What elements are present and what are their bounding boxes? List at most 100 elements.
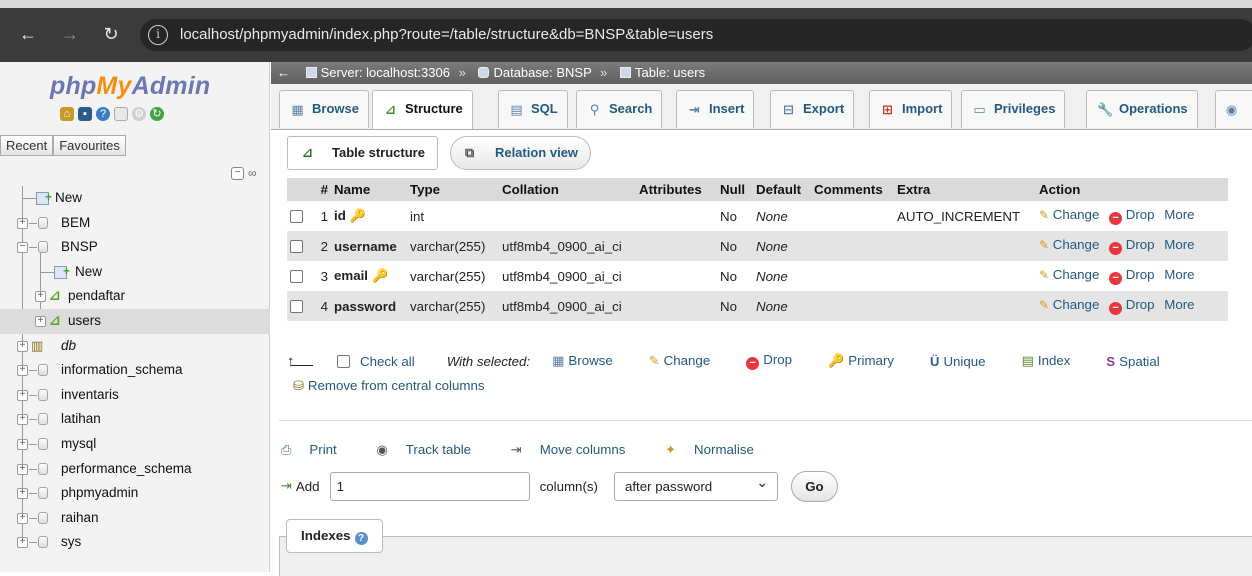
subtab-table-structure[interactable]: ⊿ Table structure [287, 136, 438, 170]
tab-insert[interactable]: ⇥ Insert [676, 90, 755, 128]
tab-more[interactable]: ◉ [1215, 90, 1252, 128]
quick-links: ⌂ ▪ ? ⚙ ↻ [60, 107, 164, 121]
drop-action[interactable]: − Drop [1109, 267, 1155, 285]
track-table-button[interactable]: ◉ Track table [376, 442, 489, 457]
reload-icon[interactable]: ↻ [99, 22, 123, 46]
go-button[interactable]: Go [790, 470, 838, 502]
tab-privileges[interactable]: ▭ Privileges [961, 90, 1066, 128]
tree-item-latihan[interactable]: + latihan [0, 407, 270, 432]
link-with-main-icon[interactable]: ∞ [248, 166, 257, 180]
drop-action[interactable]: − Drop [1109, 207, 1155, 225]
tree-item-inventaris[interactable]: + inventaris [0, 383, 270, 408]
tree-item-information-schema[interactable]: + information_schema [0, 358, 270, 383]
tab-sql[interactable]: ▤ SQL [498, 90, 568, 128]
column-extra: AUTO_INCREMENT [894, 201, 1036, 231]
tree-item-sys[interactable]: + sys [0, 530, 270, 555]
change-action[interactable]: ✎ Change [1039, 297, 1099, 312]
tree-item-users[interactable]: + ⊿ users [0, 308, 270, 334]
tree-item-performance-schema[interactable]: + performance_schema [0, 457, 270, 482]
expand-icon[interactable]: + [17, 217, 28, 229]
remove-central-columns-button[interactable]: ⛁ Remove from central columns [293, 378, 485, 394]
tab-browse[interactable]: ▦ Browse [279, 90, 369, 128]
expand-icon[interactable]: + [17, 389, 28, 401]
home-icon[interactable]: ⌂ [60, 107, 74, 121]
check-all-checkbox[interactable] [337, 354, 350, 368]
expand-icon[interactable]: + [17, 365, 28, 377]
tab-operations[interactable]: 🔧 Operations [1086, 90, 1198, 128]
indexes-toggle[interactable]: Indexes? [286, 519, 383, 553]
expand-icon[interactable]: + [17, 537, 28, 549]
expand-icon[interactable]: + [35, 291, 46, 303]
bulk-unique-button[interactable]: Ü Unique [930, 354, 986, 369]
tree-item-pendaftar[interactable]: + ⊿ pendaftar [0, 284, 270, 309]
bulk-change-button[interactable]: ✎ Change [649, 353, 710, 369]
tab-structure[interactable]: ⊿ Structure [372, 90, 473, 129]
phpmyadmin-logo[interactable]: phpMyAdmin [50, 72, 210, 101]
expand-icon[interactable]: + [35, 315, 46, 327]
site-info-icon[interactable]: i [148, 25, 168, 45]
forward-arrow-icon[interactable]: → [58, 22, 82, 46]
tree-item-new[interactable]: New [0, 185, 270, 211]
tab-import[interactable]: ⊞ Import [869, 90, 953, 128]
tree-item-db[interactable]: + ▥ db [0, 334, 270, 359]
tab-search[interactable]: ⚲ Search [576, 90, 663, 128]
structure-icon: ⊿ [385, 102, 396, 117]
collapse-all-icon[interactable]: − [231, 166, 244, 180]
tree-item-mysql[interactable]: + mysql [0, 432, 270, 457]
change-action[interactable]: ✎ Change [1039, 237, 1099, 252]
more-action[interactable]: More [1164, 207, 1194, 222]
expand-icon[interactable]: + [17, 463, 28, 475]
row-checkbox[interactable] [290, 239, 303, 253]
collapse-nav-icon[interactable]: ← [277, 65, 290, 80]
address-bar[interactable]: i localhost/phpmyadmin/index.php?route=/… [140, 19, 1252, 51]
bulk-drop-button[interactable]: − Drop [746, 352, 792, 370]
breadcrumb-database[interactable]: Database: BNSP [493, 65, 591, 80]
logout-icon[interactable]: ▪ [78, 107, 92, 121]
tree-item-phpmyadmin[interactable]: + phpmyadmin [0, 481, 270, 506]
row-checkbox[interactable] [290, 299, 303, 313]
reload-nav-icon[interactable]: ↻ [150, 107, 164, 121]
bulk-browse-button[interactable]: ▦ Browse [552, 353, 613, 369]
column-count-input[interactable]: 1 [329, 471, 530, 501]
more-action[interactable]: More [1164, 237, 1194, 252]
move-columns-button[interactable]: ⇥ Move columns [511, 442, 644, 457]
drop-action[interactable]: − Drop [1109, 297, 1155, 315]
tree-item-bnsp[interactable]: − BNSP [0, 235, 270, 260]
row-checkbox[interactable] [290, 209, 303, 223]
more-action[interactable]: More [1164, 267, 1194, 282]
row-checkbox[interactable] [290, 269, 303, 283]
bulk-index-button[interactable]: ▤ Index [1022, 353, 1071, 369]
expand-icon[interactable]: + [17, 414, 28, 426]
bulk-primary-button[interactable]: 🔑 Primary [828, 353, 894, 369]
help-icon[interactable]: ? [96, 107, 110, 121]
tree-item-raihan[interactable]: + raihan [0, 506, 270, 531]
breadcrumb-server[interactable]: Server: localhost:3306 [321, 65, 450, 80]
subtab-relation-view[interactable]: ⧉ Relation view [449, 136, 592, 170]
print-button[interactable]: ⎙ Print [281, 442, 355, 457]
change-action[interactable]: ✎ Change [1039, 267, 1099, 282]
bulk-spatial-button[interactable]: S Spatial [1106, 354, 1159, 369]
column-position-select[interactable]: after password [613, 469, 778, 501]
collapse-icon[interactable]: − [17, 242, 28, 254]
help-icon[interactable]: ? [354, 532, 368, 545]
expand-icon[interactable]: + [17, 512, 28, 524]
back-arrow-icon[interactable]: ← [16, 22, 40, 46]
more-action[interactable]: More [1164, 297, 1194, 312]
settings-icon[interactable]: ⚙ [132, 107, 146, 121]
recent-tab[interactable]: Recent [0, 135, 54, 156]
normalise-button[interactable]: ✦ Normalise [665, 442, 772, 457]
tree-item-bem[interactable]: + BEM [0, 211, 270, 236]
column-type: varchar(255) [407, 261, 499, 291]
tree-item-bnsp-new[interactable]: New [0, 259, 270, 285]
breadcrumb-table[interactable]: Table: users [635, 65, 705, 80]
check-all-label[interactable]: Check all [360, 354, 415, 369]
expand-icon[interactable]: + [17, 488, 28, 500]
bulk-label: Drop [763, 352, 793, 367]
change-action[interactable]: ✎ Change [1039, 207, 1099, 222]
docs-icon[interactable] [114, 107, 128, 121]
tab-export[interactable]: ⊟ Export [770, 90, 855, 128]
expand-icon[interactable]: + [17, 340, 28, 352]
expand-icon[interactable]: + [17, 438, 28, 450]
drop-action[interactable]: − Drop [1109, 237, 1155, 255]
favourites-tab[interactable]: Favourites [53, 135, 126, 156]
